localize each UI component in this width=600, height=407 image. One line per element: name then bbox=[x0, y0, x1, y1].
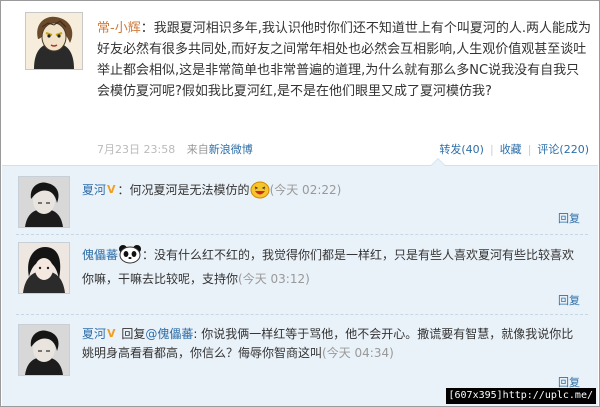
mention-link[interactable]: @傀儡蕃 bbox=[145, 327, 193, 341]
commenter-avatar[interactable] bbox=[18, 176, 70, 228]
action-separator: | bbox=[489, 143, 494, 156]
reply-prefix: 回复 bbox=[121, 327, 146, 341]
post-date[interactable]: 7月23日 23:58 bbox=[97, 143, 175, 156]
comment-list: 夏河V ：何况夏河是无法模仿的 (今天 02:22) 回复 傀儡蕃 ：没有什么红不红的… bbox=[2, 158, 598, 406]
post-source-link[interactable]: 新浪微博 bbox=[209, 143, 253, 156]
portrait-photo-icon bbox=[19, 177, 69, 227]
portrait-photo-icon bbox=[19, 243, 69, 293]
watermark: [607x395]http://uplc.me/ bbox=[445, 388, 596, 404]
comment-button[interactable]: 评论(220) bbox=[537, 143, 589, 156]
comment-text: 何况夏河是无法模仿的 bbox=[129, 183, 250, 197]
comment-pointer-arrow bbox=[430, 158, 446, 166]
panda-emoji-icon bbox=[118, 244, 142, 270]
commenter-avatar[interactable] bbox=[18, 242, 70, 294]
post-source: 来自新浪微博 bbox=[187, 143, 253, 156]
comment-divider bbox=[16, 314, 588, 315]
weibo-post: 常-小辉：我跟夏河相识多年,我认识他时你们还不知道世上有个叫夏河的人.两人能成为… bbox=[1, 1, 599, 161]
reply-button[interactable]: 回复 bbox=[558, 292, 580, 308]
laughing-emoji-icon bbox=[250, 181, 270, 205]
action-separator: | bbox=[527, 143, 532, 156]
favorite-button[interactable]: 收藏 bbox=[500, 143, 522, 156]
post-meta: 7月23日 23:58 来自新浪微博 转发(40) | 收藏 | 评论(220) bbox=[97, 141, 591, 157]
comment-body: 夏河V ：何况夏河是无法模仿的 (今天 02:22) bbox=[82, 180, 582, 205]
commenter-name[interactable]: 夏河 bbox=[82, 183, 106, 197]
post-author-separator: ： bbox=[140, 21, 154, 36]
post-actions: 转发(40) | 收藏 | 评论(220) bbox=[439, 141, 589, 157]
comment-separator: : bbox=[193, 327, 198, 341]
comment-body: 夏河V 回复@傀儡蕃: 你说我俩一样红等于骂他，他不会开心。撒谎要有智慧，就像我… bbox=[82, 324, 582, 363]
post-author-avatar[interactable] bbox=[25, 12, 83, 70]
comment-separator: ： bbox=[142, 248, 155, 262]
post-content: 我跟夏河相识多年,我认识他时你们还不知道世上有个叫夏河的人.两人能成为好友必然有… bbox=[97, 21, 591, 99]
commenter-avatar[interactable] bbox=[18, 324, 70, 376]
commenter-name[interactable]: 傀儡蕃 bbox=[82, 248, 118, 262]
sketch-portrait-icon bbox=[26, 13, 82, 69]
post-body: 常-小辉：我跟夏河相识多年,我认识他时你们还不知道世上有个叫夏河的人.两人能成为… bbox=[97, 18, 591, 102]
commenter-name[interactable]: 夏河 bbox=[82, 327, 106, 341]
comment-time: (今天 04:34) bbox=[322, 346, 394, 360]
portrait-photo-icon bbox=[19, 325, 69, 375]
comment-item: 傀儡蕃 ：没有什么红不红的，我觉得你们都是一样红，只是有些人喜欢夏河有些比较喜欢你… bbox=[2, 236, 598, 312]
verified-badge-icon: V bbox=[107, 327, 116, 340]
comment-time: (今天 03:12) bbox=[238, 272, 310, 286]
screenshot-frame: 常-小辉：我跟夏河相识多年,我认识他时你们还不知道世上有个叫夏河的人.两人能成为… bbox=[0, 0, 600, 407]
verified-badge-icon: V bbox=[107, 183, 116, 196]
comment-divider bbox=[16, 234, 588, 235]
post-source-prefix: 来自 bbox=[186, 143, 209, 156]
comment-text: 没有什么红不红的，我觉得你们都是一样红，只是有些人喜欢夏河有些比较喜欢你嘛，干嘛… bbox=[82, 248, 575, 286]
post-author-name[interactable]: 常-小辉 bbox=[97, 21, 141, 36]
comment-item: 夏河V ：何况夏河是无法模仿的 (今天 02:22) 回复 bbox=[2, 166, 598, 232]
repost-button[interactable]: 转发(40) bbox=[439, 143, 484, 156]
comment-time: (今天 02:22) bbox=[269, 183, 342, 197]
comment-body: 傀儡蕃 ：没有什么红不红的，我觉得你们都是一样红，只是有些人喜欢夏河有些比较喜欢你… bbox=[82, 244, 582, 289]
reply-button[interactable]: 回复 bbox=[558, 210, 580, 226]
